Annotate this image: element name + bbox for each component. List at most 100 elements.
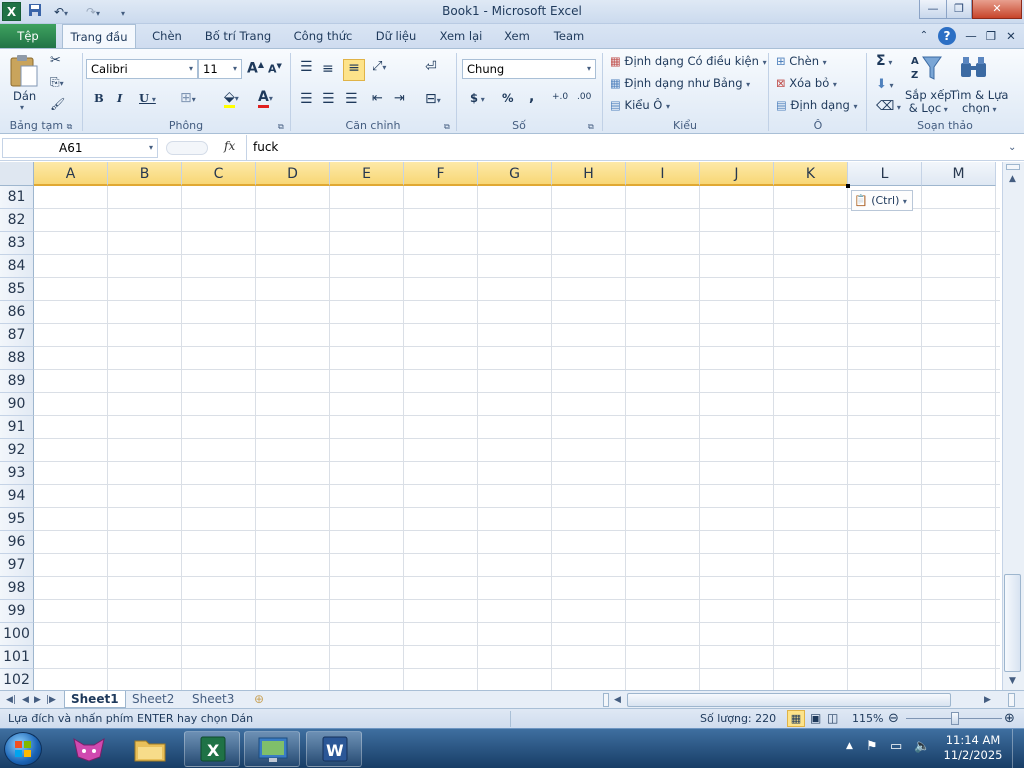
row-header-83[interactable]: 83 [0, 232, 34, 255]
copy-icon[interactable]: ⎘▾ [50, 75, 64, 90]
column-header-a[interactable]: A [34, 162, 108, 186]
row-header-82[interactable]: 82 [0, 209, 34, 232]
last-sheet-icon[interactable]: |▶ [46, 691, 56, 709]
tab-home[interactable]: Trang đầu [62, 24, 136, 49]
network-icon[interactable]: ▭ [890, 739, 902, 754]
align-middle-icon[interactable]: ≡ [322, 61, 334, 77]
worksheet-grid[interactable]: ABCDEFGHIJKLM 81 82 83 84 85 86 87 88 89 90 91 92 93… [0, 162, 1000, 690]
row-header-99[interactable]: 99 [0, 600, 34, 623]
page-break-view-icon[interactable]: ◫ [827, 711, 838, 725]
show-desktop-button[interactable] [1012, 729, 1024, 768]
column-header-k[interactable]: K [774, 162, 848, 186]
cut-icon[interactable]: ✂ [50, 53, 61, 68]
column-header-c[interactable]: C [182, 162, 256, 186]
scroll-up-icon[interactable]: ▲ [1009, 174, 1016, 184]
insert-cells-button[interactable]: ⊞ Chèn ▾ [776, 54, 827, 68]
font-dialog-launcher-icon[interactable]: ⧉ [278, 122, 284, 132]
select-all-corner[interactable] [0, 162, 34, 186]
format-as-table-button[interactable]: ▦ Định dạng như Bảng ▾ [610, 76, 750, 90]
increase-indent-icon[interactable]: ⇥ [394, 91, 405, 106]
grow-font-button[interactable]: A▲ [247, 60, 264, 77]
percent-button[interactable]: % [502, 91, 514, 105]
scroll-down-icon[interactable]: ▼ [1009, 676, 1016, 686]
sort-filter-button[interactable]: Sắp xếp & Lọc ▾ [905, 89, 951, 116]
shrink-font-button[interactable]: A▼ [268, 62, 282, 76]
insert-function-icon[interactable]: fx [224, 139, 235, 153]
borders-button[interactable]: ⊞▾ [180, 90, 196, 106]
number-format-select[interactable]: Chung ▾ [462, 59, 596, 79]
zoom-in-icon[interactable]: ⊕ [1004, 711, 1015, 726]
normal-view-icon[interactable]: ▦ [787, 710, 805, 727]
row-header-87[interactable]: 87 [0, 324, 34, 347]
comma-button[interactable]: , [529, 89, 534, 105]
taskbar-app-button[interactable] [244, 731, 300, 767]
row-header-90[interactable]: 90 [0, 393, 34, 416]
tab-page-layout[interactable]: Bố trí Trang [198, 24, 278, 48]
minimize-ribbon-icon[interactable]: ⌃ [916, 24, 932, 48]
align-right-icon[interactable]: ☰ [345, 91, 358, 107]
column-header-l[interactable]: L [848, 162, 922, 186]
column-header-d[interactable]: D [256, 162, 330, 186]
tab-insert[interactable]: Chèn [140, 24, 194, 48]
align-bottom-icon[interactable]: ≡ [343, 59, 365, 81]
row-header-86[interactable]: 86 [0, 301, 34, 324]
increase-decimal-button[interactable]: +.0 [552, 92, 568, 102]
fill-color-button[interactable]: ⬙▾ [224, 89, 239, 108]
clear-button[interactable]: ⌫ ▾ [876, 99, 901, 114]
conditional-formatting-button[interactable]: ▦ Định dạng Có điều kiện ▾ [610, 54, 767, 68]
align-top-icon[interactable]: ☰ [300, 59, 313, 75]
page-layout-view-icon[interactable]: ▣ [810, 711, 821, 725]
font-size-select[interactable]: 11 ▾ [198, 59, 242, 79]
format-cells-button[interactable]: ▤ Định dạng ▾ [776, 98, 857, 112]
wrap-text-icon[interactable]: ⏎ [425, 59, 437, 75]
doc-restore-icon[interactable]: ❐ [982, 24, 1000, 48]
row-header-96[interactable]: 96 [0, 531, 34, 554]
delete-cells-button[interactable]: ⊠ Xóa bỏ ▾ [776, 76, 837, 90]
expand-formula-bar-icon[interactable]: ⌄ [1008, 142, 1016, 153]
font-name-select[interactable]: Calibri ▾ [86, 59, 198, 79]
scroll-right-icon[interactable]: ▶ [984, 691, 991, 709]
merge-center-icon[interactable]: ⊟▾ [425, 91, 441, 107]
zoom-out-icon[interactable]: ⊖ [888, 711, 899, 726]
sheet-tab-2[interactable]: Sheet2 [126, 691, 180, 708]
currency-button[interactable]: $ ▾ [470, 91, 485, 105]
clock[interactable]: 11:14 AM 11/2/2025 [942, 733, 1004, 763]
fill-handle[interactable] [846, 184, 850, 188]
column-header-f[interactable]: F [404, 162, 478, 186]
volume-icon[interactable]: 🔈 [914, 739, 930, 754]
row-header-94[interactable]: 94 [0, 485, 34, 508]
column-header-m[interactable]: M [922, 162, 996, 186]
row-header-85[interactable]: 85 [0, 278, 34, 301]
row-header-89[interactable]: 89 [0, 370, 34, 393]
start-button[interactable] [4, 732, 42, 766]
taskbar-excel-button[interactable]: X [184, 731, 240, 767]
paste-options-button[interactable]: 📋 (Ctrl) ▾ [851, 190, 913, 211]
horizontal-scroll-thumb[interactable] [627, 693, 951, 707]
font-color-button[interactable]: A▾ [258, 89, 273, 108]
zoom-slider-thumb[interactable] [951, 712, 959, 725]
row-header-100[interactable]: 100 [0, 623, 34, 646]
alignment-dialog-launcher-icon[interactable]: ⧉ [444, 122, 450, 132]
formula-input[interactable]: fuck [253, 140, 278, 154]
column-header-j[interactable]: J [700, 162, 774, 186]
fox-app-icon[interactable] [70, 735, 108, 763]
row-header-81[interactable]: 81 [0, 186, 34, 209]
decrease-indent-icon[interactable]: ⇤ [372, 91, 383, 106]
tab-review[interactable]: Xem lại [432, 24, 490, 48]
align-center-icon[interactable]: ☰ [322, 91, 335, 107]
insert-sheet-icon[interactable]: ⊕ [248, 691, 270, 708]
zoom-level[interactable]: 115% [852, 712, 883, 725]
cell-styles-button[interactable]: ▤ Kiểu Ô ▾ [610, 98, 670, 112]
sheet-tab-3[interactable]: Sheet3 [186, 691, 240, 708]
paste-button[interactable]: Dán [13, 89, 36, 103]
split-box[interactable] [1006, 164, 1020, 170]
column-header-e[interactable]: E [330, 162, 404, 186]
doc-minimize-icon[interactable]: — [962, 24, 980, 48]
orientation-icon[interactable]: ⤢▾ [372, 59, 386, 74]
next-sheet-icon[interactable]: ▶ [34, 691, 41, 709]
name-box[interactable]: A61 ▾ [2, 138, 158, 158]
sort-filter-icon[interactable]: AZ [910, 53, 942, 83]
column-header-i[interactable]: I [626, 162, 700, 186]
doc-close-icon[interactable]: ✕ [1002, 24, 1020, 48]
prev-sheet-icon[interactable]: ◀ [22, 691, 29, 709]
